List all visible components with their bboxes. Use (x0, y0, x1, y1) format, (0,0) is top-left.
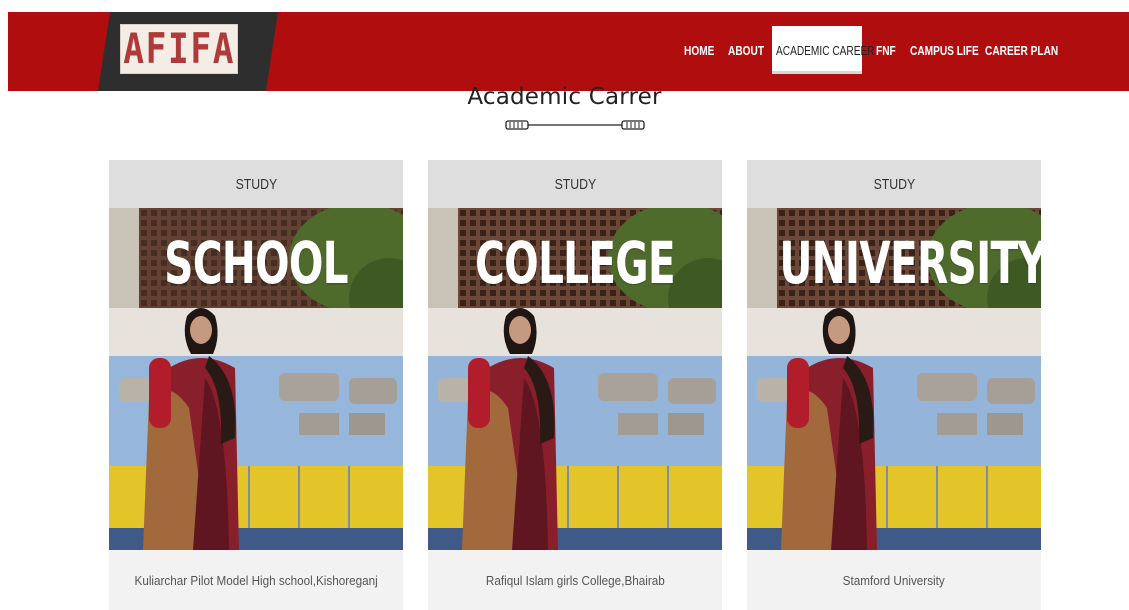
nav-item-about[interactable]: ABOUT (728, 43, 764, 58)
card-category: STUDY (873, 175, 915, 193)
institution-name: Kuliarchar Pilot Model High school,Kisho… (134, 572, 378, 588)
photo-caption: COLLEGE (475, 229, 676, 297)
study-card-college[interactable]: STUDY COLLEGE Rafiqul Islam girls Colleg… (428, 160, 722, 610)
nav-item-career-plan[interactable]: CAREER PLAN (985, 43, 1058, 58)
card-photo: SCHOOL (109, 208, 403, 550)
title-divider-icon (505, 120, 645, 130)
card-header: STUDY (109, 160, 403, 208)
top-navbar: AFIFA HOME ABOUT ACADEMIC CAREER FNF CAM… (8, 12, 1129, 91)
card-category: STUDY (235, 175, 277, 193)
card-category: STUDY (554, 175, 596, 193)
card-footer: Rafiqul Islam girls College,Bhairab (428, 550, 722, 610)
section-title: Academic Carrer (467, 84, 662, 110)
nav-item-campus-life[interactable]: CAMPUS LIFE (910, 43, 979, 58)
study-card-school[interactable]: STUDY SCHOOL Kuliarchar Pilot Model High… (109, 160, 403, 610)
card-footer: Stamford University (747, 550, 1041, 610)
study-card-university[interactable]: STUDY UNIVERSITY Stamford University (747, 160, 1041, 610)
institution-name: Rafiqul Islam girls College,Bhairab (485, 572, 665, 588)
nav-item-home[interactable]: HOME (684, 43, 714, 58)
main-nav: HOME ABOUT ACADEMIC CAREER FNF CAMPUS LI… (8, 12, 1129, 91)
card-photo: UNIVERSITY (747, 208, 1041, 550)
card-header: STUDY (747, 160, 1041, 208)
institution-name: Stamford University (842, 572, 946, 588)
card-photo: COLLEGE (428, 208, 722, 550)
photo-caption: UNIVERSITY (779, 229, 1041, 297)
photo-caption: SCHOOL (164, 229, 348, 297)
card-header: STUDY (428, 160, 722, 208)
nav-item-fnf[interactable]: FNF (876, 43, 896, 58)
card-footer: Kuliarchar Pilot Model High school,Kisho… (109, 550, 403, 610)
nav-item-academic-career[interactable]: ACADEMIC CAREER (776, 43, 875, 58)
